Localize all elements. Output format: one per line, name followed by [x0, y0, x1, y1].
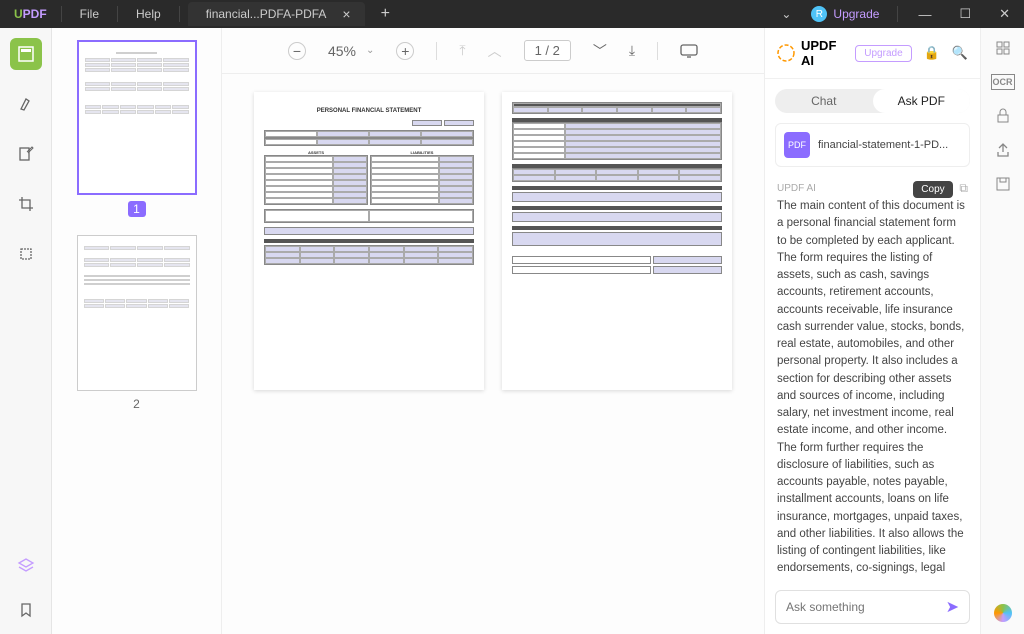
avatar: R	[811, 6, 827, 22]
page-thumbnail-2[interactable]	[77, 235, 197, 390]
document-tab[interactable]: financial...PDFA-PDFA ×	[188, 2, 365, 26]
chevron-down-icon[interactable]: ⌄	[773, 7, 799, 21]
right-toolbar: OCR	[980, 28, 1024, 634]
ai-floating-icon[interactable]	[994, 604, 1012, 622]
lock-icon[interactable]: 🔒	[924, 45, 940, 61]
send-icon[interactable]: ➤	[946, 597, 959, 617]
thumb-label-2: 2	[68, 397, 205, 411]
tab-close-icon[interactable]: ×	[338, 6, 354, 22]
zoom-out-button[interactable]: −	[288, 42, 306, 60]
ai-file-chip[interactable]: PDF financial-statement-1-PD...	[775, 123, 970, 167]
ai-input-box[interactable]: ➤	[775, 590, 970, 624]
presentation-icon[interactable]	[680, 44, 698, 58]
thumbnails-tool-icon[interactable]	[10, 38, 42, 70]
new-tab-button[interactable]: +	[365, 5, 406, 23]
ai-response-body: The main content of this document is a p…	[765, 198, 980, 580]
ai-section-label: UPDF AI	[777, 183, 816, 194]
tab-ask-pdf[interactable]: Ask PDF	[873, 89, 971, 113]
ai-upgrade-button[interactable]: Upgrade	[855, 45, 911, 62]
pdf-file-icon: PDF	[784, 132, 810, 158]
zoom-value[interactable]: 45%	[328, 43, 356, 59]
window-close[interactable]: ✕	[985, 6, 1024, 22]
tab-chat[interactable]: Chat	[775, 89, 873, 113]
app-logo: UPDF	[0, 7, 61, 21]
thumbnail-panel: 1 2	[52, 28, 222, 634]
menu-file[interactable]: File	[62, 7, 117, 21]
share-icon[interactable]	[995, 142, 1011, 158]
bookmark-icon[interactable]	[10, 594, 42, 626]
tab-title: financial...PDFA-PDFA	[206, 7, 327, 21]
page-last-icon[interactable]: ⤓	[629, 42, 635, 59]
protect-icon[interactable]	[995, 108, 1011, 124]
organize-tool-icon[interactable]	[10, 238, 42, 270]
view-toolbar: − 45% ⌄ + ⤒ ︿ 1 / 2 ﹀ ⤓	[222, 28, 764, 74]
ocr-icon[interactable]: OCR	[991, 74, 1015, 90]
ai-file-name: financial-statement-1-PD...	[818, 139, 948, 151]
left-toolbar	[0, 28, 52, 634]
page-down-icon[interactable]: ﹀	[593, 41, 607, 61]
page-indicator[interactable]: 1 / 2	[524, 40, 571, 61]
ai-tabs: Chat Ask PDF	[775, 89, 970, 113]
page-2[interactable]	[502, 92, 732, 390]
edit-tool-icon[interactable]	[10, 138, 42, 170]
ai-input-field[interactable]	[786, 600, 946, 614]
copy-button[interactable]: Copy	[913, 181, 952, 198]
window-minimize[interactable]: —	[904, 7, 945, 22]
document-viewport[interactable]: PERSONAL FINANCIAL STATEMENT ASSETS LIAB…	[222, 74, 764, 634]
ai-panel-title: UPDF AI	[801, 38, 849, 68]
thumb-label-1: 1	[128, 201, 146, 217]
layers-icon[interactable]	[10, 550, 42, 582]
search-icon[interactable]: 🔍	[952, 45, 968, 61]
page-1[interactable]: PERSONAL FINANCIAL STATEMENT ASSETS LIAB…	[254, 92, 484, 390]
page-first-icon[interactable]: ⤒	[459, 42, 465, 59]
updf-ai-logo-icon	[777, 44, 795, 62]
highlight-tool-icon[interactable]	[10, 88, 42, 120]
thumbnails-right-icon[interactable]	[995, 40, 1011, 56]
page-up-icon[interactable]: ︿	[488, 41, 502, 61]
page-thumbnail-1[interactable]	[77, 40, 197, 195]
window-maximize[interactable]: ☐	[945, 6, 985, 22]
copy-icon[interactable]: ⧉	[959, 181, 968, 195]
ai-panel: UPDF AI Upgrade 🔒 🔍 Chat Ask PDF PDF fin…	[764, 28, 980, 634]
zoom-in-button[interactable]: +	[396, 42, 414, 60]
menu-help[interactable]: Help	[118, 7, 179, 21]
save-icon[interactable]	[995, 176, 1011, 192]
upgrade-button[interactable]: R Upgrade	[799, 6, 891, 22]
crop-tool-icon[interactable]	[10, 188, 42, 220]
zoom-dropdown-icon[interactable]: ⌄	[366, 45, 374, 56]
